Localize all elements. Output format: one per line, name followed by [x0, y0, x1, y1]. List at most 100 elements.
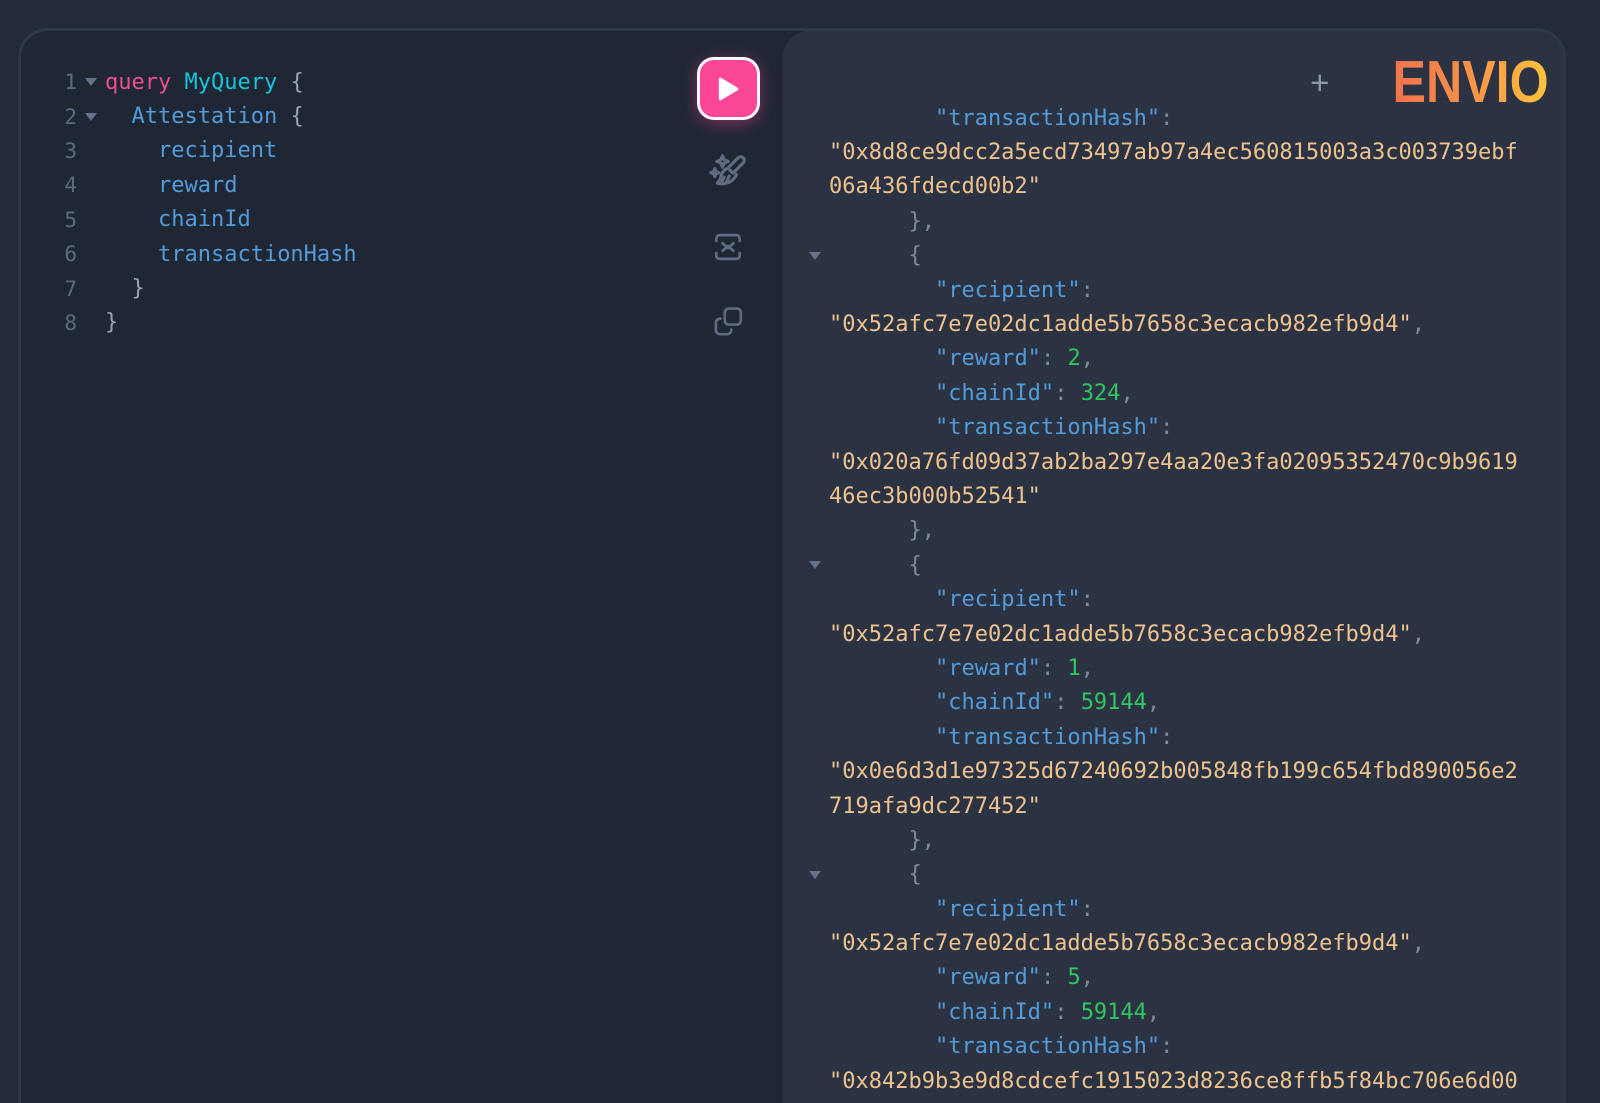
response-pane: + ENVIO "transactionHash":"0x8d8ce9dcc2a… [783, 31, 1563, 1103]
response-line: "chainId": 324, [783, 376, 1563, 410]
response-line: { [783, 858, 1563, 892]
code-token: : [1160, 415, 1173, 440]
fold-toggle[interactable] [809, 252, 821, 260]
code-token: , [1412, 622, 1425, 647]
response-line: "chainId": 59144, [783, 686, 1563, 720]
response-line: "transactionHash": [783, 720, 1563, 754]
code-token [829, 656, 935, 681]
response-line: "reward": 1, [783, 651, 1563, 685]
fold-toggle[interactable] [77, 113, 105, 121]
query-code-text[interactable]: } [105, 310, 118, 335]
query-code-text[interactable]: transactionHash [105, 242, 357, 267]
chevron-down-icon [85, 78, 97, 86]
fold-toggle[interactable] [809, 871, 821, 879]
code-token [829, 1000, 935, 1025]
code-token: "recipient" [935, 278, 1081, 303]
code-token: "transactionHash" [935, 106, 1160, 131]
code-token: { [829, 862, 922, 887]
code-token: "chainId" [935, 690, 1054, 715]
line-number: 6 [21, 242, 77, 266]
query-code-text[interactable]: recipient [105, 138, 277, 163]
prettify-query-button[interactable] [706, 151, 750, 195]
execute-query-button[interactable] [697, 57, 760, 120]
response-line: "chainId": 59144, [783, 995, 1563, 1029]
code-token: }, [829, 518, 935, 543]
code-token: query [105, 70, 171, 95]
response-code-text: "0x0e6d3d1e97325d67240692b005848fb199c65… [829, 759, 1518, 784]
editor-line[interactable]: 5 chainId [21, 203, 357, 237]
editor-line[interactable]: 6 transactionHash [21, 237, 357, 271]
code-token: 46ec3b000b52541" [829, 484, 1041, 509]
response-code-text: 719afa9dc277452" [829, 794, 1041, 819]
editor-line[interactable]: 2 Attestation { [21, 99, 357, 133]
response-code-text: { [829, 862, 922, 887]
chevron-down-icon [85, 113, 97, 121]
code-token: , [1120, 381, 1133, 406]
line-number: 4 [21, 173, 77, 197]
response-code-text: "0x52afc7e7e02dc1adde5b7658c3ecacb982efb… [829, 312, 1425, 337]
code-token: }, [829, 209, 935, 234]
code-token: reward [158, 173, 237, 198]
code-token: : [1054, 690, 1081, 715]
editor-line[interactable]: 1query MyQuery { [21, 65, 357, 99]
query-code-text[interactable]: } [105, 276, 145, 301]
code-token: , [1147, 690, 1160, 715]
editor-line[interactable]: 8} [21, 306, 357, 340]
response-code-text: "reward": 2, [829, 346, 1094, 371]
code-token: : [1081, 587, 1094, 612]
code-token: : [1160, 106, 1173, 131]
code-token [829, 1034, 935, 1059]
line-number: 7 [21, 277, 77, 301]
response-code-text: }, [829, 828, 935, 853]
code-token: recipient [158, 138, 277, 163]
code-token: "transactionHash" [935, 415, 1160, 440]
query-code-text[interactable]: Attestation { [105, 104, 304, 129]
response-code-text: "transactionHash": [829, 106, 1173, 131]
code-token [105, 207, 158, 232]
code-token: : [1054, 381, 1081, 406]
response-code-text: "0x52afc7e7e02dc1adde5b7658c3ecacb982efb… [829, 622, 1425, 647]
code-token: : [1081, 897, 1094, 922]
response-line: "recipient": [783, 582, 1563, 616]
fold-toggle[interactable] [809, 561, 821, 569]
merge-fragments-button[interactable] [709, 228, 747, 266]
copy-icon [710, 303, 747, 340]
code-token: MyQuery [184, 70, 277, 95]
fold-toggle[interactable] [77, 78, 105, 86]
editor-line[interactable]: 3 recipient [21, 134, 357, 168]
query-code-text[interactable]: reward [105, 173, 237, 198]
code-token [171, 70, 184, 95]
code-token [105, 138, 158, 163]
response-code-text: "0x842b9b3e9d8cdcefc1915023d8236ce8ffb5f… [829, 1069, 1518, 1094]
query-code-text[interactable]: chainId [105, 207, 251, 232]
code-token: "0x842b9b3e9d8cdcefc1915023d8236ce8ffb5f… [829, 1069, 1518, 1094]
response-code-text: "transactionHash": [829, 415, 1173, 440]
code-token: , [1081, 965, 1094, 990]
copy-query-button[interactable] [710, 303, 747, 340]
code-token: 324 [1081, 381, 1121, 406]
code-token: : [1160, 725, 1173, 750]
line-number: 2 [21, 105, 77, 129]
graphiql-playground: 1query MyQuery {2 Attestation {3 recipie… [0, 0, 1600, 1103]
query-code-text[interactable]: query MyQuery { [105, 70, 304, 95]
response-line: }, [783, 204, 1563, 238]
code-token: "0x52afc7e7e02dc1adde5b7658c3ecacb982efb… [829, 931, 1412, 956]
code-token [829, 587, 935, 612]
code-token [105, 104, 132, 129]
response-code-text: "transactionHash": [829, 725, 1173, 750]
code-token [829, 346, 935, 371]
line-number: 5 [21, 208, 77, 232]
code-token: "0x8d8ce9dcc2a5ecd73497ab97a4ec560815003… [829, 140, 1518, 165]
code-token: "0x52afc7e7e02dc1adde5b7658c3ecacb982efb… [829, 622, 1412, 647]
playground-panel: 1query MyQuery {2 Attestation {3 recipie… [18, 28, 1566, 1103]
response-line: 06a436fdecd00b2" [783, 170, 1563, 204]
add-tab-button[interactable]: + [1310, 66, 1329, 99]
response-code-text: { [829, 243, 922, 268]
code-token: : [1054, 1000, 1081, 1025]
editor-line[interactable]: 4 reward [21, 168, 357, 202]
response-json: "transactionHash": "0x8d8ce9dcc2a5ecd7349… [783, 31, 1563, 1098]
query-editor-code[interactable]: 1query MyQuery {2 Attestation {3 recipie… [21, 65, 357, 340]
editor-line[interactable]: 7 } [21, 271, 357, 305]
code-token: chainId [158, 207, 251, 232]
response-line: "recipient": [783, 892, 1563, 926]
